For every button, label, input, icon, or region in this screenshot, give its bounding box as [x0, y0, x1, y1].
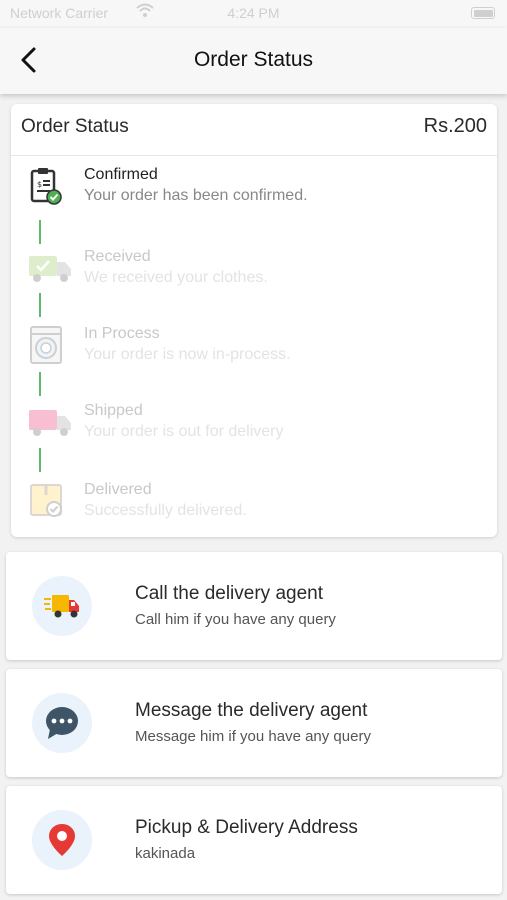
svg-text:$: $: [37, 180, 42, 189]
icon-circle: [32, 693, 92, 753]
card-header: Order Status Rs.200: [11, 104, 497, 156]
timeline-connector: [39, 293, 41, 317]
step-title: Shipped: [84, 402, 143, 419]
action-title: Message the delivery agent: [135, 700, 368, 721]
step-description: Your order has been confirmed.: [84, 187, 308, 204]
package-check-icon: [27, 481, 67, 521]
status-step-in-process: In Process Your order is now in-process.: [11, 325, 497, 369]
action-title: Pickup & Delivery Address: [135, 817, 358, 838]
timeline-connector: [39, 448, 41, 472]
page-title: Order Status: [193, 48, 314, 71]
timeline-connector: [39, 220, 41, 244]
action-subtitle: Message him if you have any query: [135, 728, 371, 745]
step-title: Received: [84, 248, 151, 265]
icon-circle: [32, 576, 92, 636]
delivery-truck-icon: [27, 402, 71, 442]
location-pin-icon: [49, 824, 75, 856]
step-title: In Process: [84, 325, 160, 342]
step-description: Successfully delivered.: [84, 502, 247, 519]
order-status-card: Order Status Rs.200 $ Confirmed Your ord…: [11, 104, 497, 537]
fast-truck-icon: [44, 595, 79, 618]
status-step-delivered: Delivered Successfully delivered.: [11, 481, 497, 525]
call-agent-card[interactable]: Call the delivery agent Call him if you …: [6, 552, 502, 660]
timeline-connector: [39, 372, 41, 396]
step-title: Delivered: [84, 481, 152, 498]
status-bar: Network Carrier 4:24 PM: [0, 0, 507, 28]
icon-circle: [32, 810, 92, 870]
battery-icon: [471, 7, 495, 19]
action-subtitle: kakinada: [135, 845, 196, 862]
status-step-shipped: Shipped Your order is out for delivery: [11, 402, 497, 446]
chat-bubble-icon: [46, 707, 78, 739]
step-description: We received your clothes.: [84, 269, 268, 286]
truck-check-icon: [27, 248, 71, 288]
navigation-bar: Order Status: [0, 28, 507, 94]
clock-label: 4:24 PM: [227, 5, 280, 21]
step-title: Confirmed: [84, 166, 158, 183]
status-step-confirmed: $ Confirmed Your order has been confirme…: [11, 166, 497, 210]
step-description: Your order is out for delivery: [84, 423, 284, 440]
address-card[interactable]: Pickup & Delivery Address kakinada: [6, 786, 502, 894]
order-price: Rs.200: [423, 115, 487, 137]
action-subtitle: Call him if you have any query: [135, 611, 336, 628]
action-title: Call the delivery agent: [135, 583, 323, 604]
status-step-received: Received We received your clothes.: [11, 248, 497, 292]
clipboard-check-icon: $: [27, 166, 67, 206]
step-description: Your order is now in-process.: [84, 346, 291, 363]
card-title: Order Status: [21, 116, 129, 137]
washing-machine-icon: [27, 325, 67, 365]
message-agent-card[interactable]: Message the delivery agent Message him i…: [6, 669, 502, 777]
